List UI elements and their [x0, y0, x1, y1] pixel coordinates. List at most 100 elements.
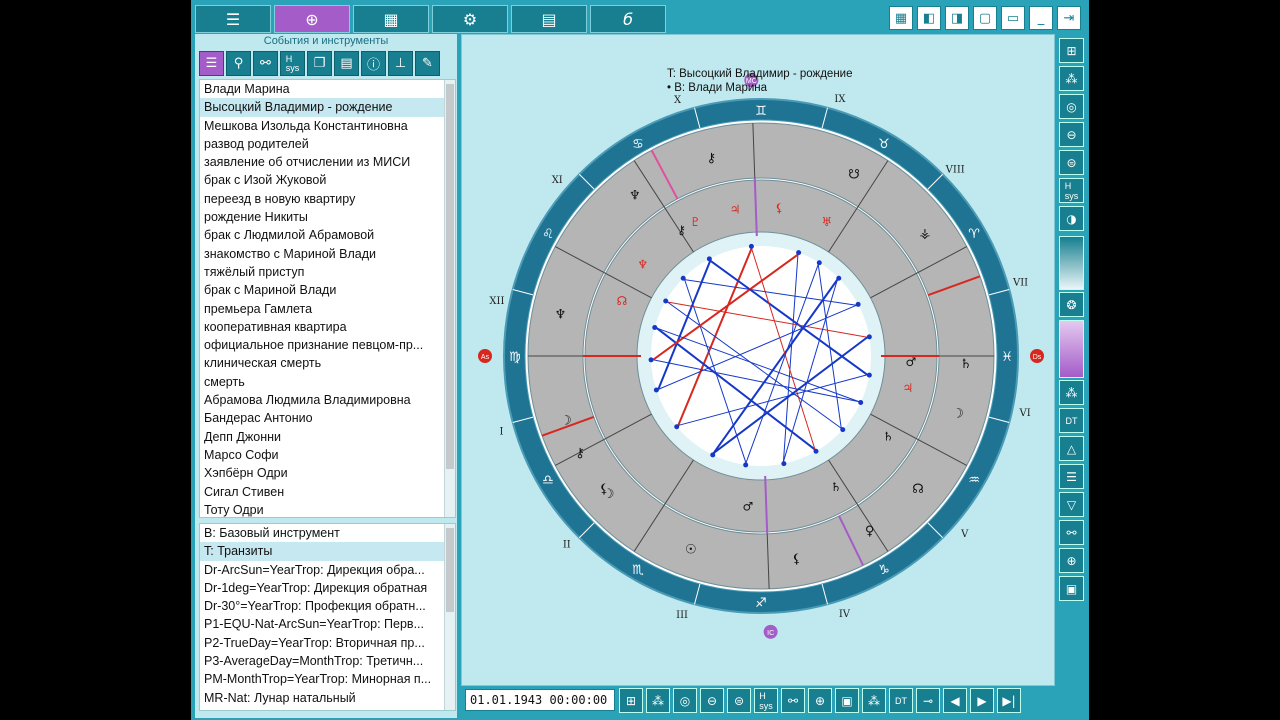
transit-planet-glyph[interactable]: ⚷ [707, 151, 717, 166]
natal-chart[interactable]: ♈♉♊♋♌♍♎♏♐♑♒♓IIIIII IVVVIVIIVIIIIXXXIXIIAs… [462, 35, 1056, 687]
zodiac-glyph[interactable]: ♌ [542, 227, 554, 242]
layout-left-button[interactable]: ◧ [917, 6, 941, 30]
settings-button[interactable]: ⚙ [432, 5, 508, 33]
transit-planet-glyph[interactable]: ⚸ [792, 552, 802, 567]
list-item[interactable]: брак с Изой Жуковой [200, 171, 455, 189]
zodiac-glyph[interactable]: ♉ [878, 137, 890, 152]
list-item[interactable]: Влади Марина [200, 80, 455, 98]
layout-full-button[interactable]: ▢ [973, 6, 997, 30]
tree-button[interactable]: ⊥ [388, 51, 413, 76]
ring-button[interactable]: ◎ [1059, 94, 1084, 119]
ring-button[interactable]: ◎ [673, 688, 697, 713]
list-item[interactable]: Dr-1deg=YearTrop: Дирекция обратная [200, 579, 455, 597]
transit-planet-glyph[interactable]: ♄ [960, 357, 972, 372]
triangle-button[interactable]: △ [1059, 436, 1084, 461]
zodiac-glyph[interactable]: ♓ [1001, 350, 1013, 365]
list-item[interactable]: кооперативная квартира [200, 318, 455, 336]
step-slider-button[interactable]: ⊸ [916, 688, 940, 713]
calculator-button[interactable]: ▤ [511, 5, 587, 33]
list-item[interactable]: тяжёлый приступ [200, 263, 455, 281]
half-circle-button[interactable]: ⊜ [1059, 150, 1084, 175]
list-item[interactable]: Сигал Стивен [200, 483, 455, 501]
natal-planet-glyph[interactable]: ♄ [883, 429, 894, 443]
purple-slider[interactable] [1059, 320, 1084, 378]
table-button[interactable]: ▤ [334, 51, 359, 76]
documents-button[interactable]: ❐ [307, 51, 332, 76]
aspects-view-button[interactable]: ⚯ [1059, 520, 1084, 545]
dots-button[interactable]: ⁂ [1059, 380, 1084, 405]
list-item[interactable]: брак с Мариной Влади [200, 281, 455, 299]
exit-button[interactable]: ⇥ [1057, 6, 1081, 30]
camera-button[interactable]: ▣ [835, 688, 859, 713]
transit-planet-glyph[interactable]: ♆ [555, 307, 567, 322]
list-item[interactable]: Мешкова Изольда Константиновна [200, 117, 455, 135]
transit-planet-glyph[interactable]: ⚶ [919, 227, 930, 242]
transit-planet-glyph[interactable]: ☉ [685, 543, 697, 558]
transit-button[interactable]: ⚲ [226, 51, 251, 76]
arrow-left-circle-button[interactable]: ⊖ [1059, 122, 1084, 147]
list-item[interactable]: клиническая смерть [200, 354, 455, 372]
step-end-button[interactable]: ▶| [997, 688, 1021, 713]
natal-planet-glyph[interactable]: ♂ [906, 355, 917, 369]
zodiac-glyph[interactable]: ♏ [632, 563, 644, 578]
aspects-view-button[interactable]: ⚯ [781, 688, 805, 713]
step-forward-button[interactable]: ▶ [970, 688, 994, 713]
list-item[interactable]: Депп Джонни [200, 428, 455, 446]
natal-planet-glyph[interactable]: ☊ [617, 294, 628, 308]
transit-planet-glyph[interactable]: ♀ [865, 524, 875, 539]
natal-planet-glyph[interactable]: ♃ [730, 202, 741, 216]
zodiac-glyph[interactable]: ♊ [755, 104, 767, 119]
grid-button[interactable]: ▦ [353, 5, 429, 33]
dots-button[interactable]: ⁂ [862, 688, 886, 713]
zodiac-glyph[interactable]: ♒ [968, 473, 980, 488]
list-item[interactable]: T: Транзиты [200, 542, 455, 561]
list-item[interactable]: PM-MonthTrop=YearTrop: Минорная п... [200, 670, 455, 688]
aspects-button[interactable]: ⚯ [253, 51, 278, 76]
list-item[interactable]: заявление об отчислении из МИСИ [200, 153, 455, 171]
list-item[interactable]: Хэпбёрн Одри [200, 464, 455, 482]
chart-pane[interactable]: ♈ ♉ ♊ ♋ ♌ ♍ ♎ ♏ ♐ ♑ ♒ ♓ I II III IV V VI VII VIII IX X XI XII As… [461, 34, 1055, 686]
transit-planet-glyph[interactable]: ☽ [952, 407, 964, 422]
scrollbar-thumb[interactable] [446, 84, 454, 469]
list-item[interactable]: Высоцкий Владимир - рождение [200, 98, 455, 117]
transit-planet-glyph[interactable]: ⚷ [575, 446, 585, 461]
zodiac-glyph[interactable]: ♈ [968, 227, 980, 242]
list-item[interactable]: Dr-ArcSun=YearTrop: Дирекция обра... [200, 561, 455, 579]
natal-planet-glyph[interactable]: ♂ [743, 499, 754, 513]
natal-planet-glyph[interactable]: ♇ [690, 215, 701, 229]
planets-button[interactable]: ⁂ [646, 688, 670, 713]
list-item[interactable]: Тоту Одри [200, 501, 455, 517]
info-button[interactable]: ⓘ [361, 51, 386, 76]
list-item[interactable]: P3-AverageDay=MonthTrop: Третичн... [200, 652, 455, 670]
zodiac-glyph[interactable]: ♍ [509, 350, 521, 365]
list-item[interactable]: Абрамова Людмила Владимировна [200, 391, 455, 409]
transit-planet-glyph[interactable]: ☽ [560, 413, 572, 428]
half-circle-button[interactable]: ⊜ [727, 688, 751, 713]
house-system-button[interactable]: Hsys [280, 51, 305, 76]
globe-button[interactable]: ⊕ [1059, 548, 1084, 573]
events-scrollbar[interactable] [444, 80, 455, 517]
list-item[interactable]: P1-EQU-Nat-ArcSun=YearTrop: Перв... [200, 615, 455, 633]
down-triangle-button[interactable]: ▽ [1059, 492, 1084, 517]
list-item[interactable]: смерть [200, 373, 455, 391]
dt-button[interactable]: DT [1059, 408, 1084, 433]
camera-button[interactable]: ▣ [1059, 576, 1084, 601]
step-back-button[interactable]: ◀ [943, 688, 967, 713]
planets-button[interactable]: ⁂ [1059, 66, 1084, 91]
transit-planet-glyph[interactable]: ♆ [629, 188, 641, 203]
window-button[interactable]: ▭ [1001, 6, 1025, 30]
house-sys-button[interactable]: Hsys [754, 688, 778, 713]
list-item[interactable]: Dr-30°=YearTrop: Профекция обратн... [200, 597, 455, 615]
list-item[interactable]: Марсо Софи [200, 446, 455, 464]
transit-planet-glyph[interactable]: ⚸ [599, 482, 609, 497]
transit-planet-glyph[interactable]: ☊ [912, 482, 924, 497]
instruments-list[interactable]: B: Базовый инструмент T: Транзиты Dr-ArcSu… [199, 523, 456, 711]
zodiac-glyph[interactable]: ♎ [542, 473, 554, 488]
zodiac-glyph[interactable]: ♋ [632, 137, 644, 152]
datetime-field[interactable]: 01.01.1943 00:00:00 [465, 689, 615, 711]
gradient-slider[interactable] [1059, 236, 1084, 290]
menu-button[interactable]: ☰ [195, 5, 271, 33]
chart-button[interactable]: ⊕ [274, 5, 350, 33]
natal-planet-glyph[interactable]: ♆ [637, 258, 648, 272]
instruments-scrollbar[interactable] [444, 524, 455, 710]
